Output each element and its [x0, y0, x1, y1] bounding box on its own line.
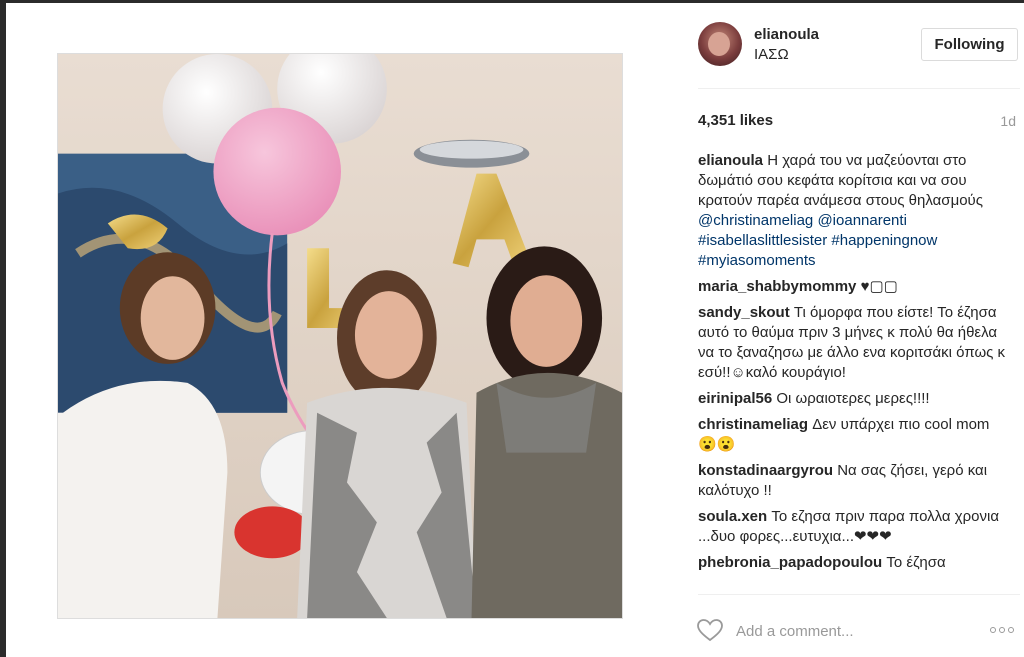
comment-item: sandy_skout Τι όμορφα που είστε! Το έζησ… [698, 303, 1008, 383]
caption: elianoula Η χαρά του να μαζεύονται στο δ… [698, 151, 1008, 271]
more-dot [990, 627, 996, 633]
heart-icon[interactable] [696, 618, 724, 642]
location[interactable]: ΙΑΣΩ [754, 46, 789, 63]
header-divider [698, 88, 1020, 89]
more-options-icon[interactable] [990, 623, 1018, 637]
comment-author[interactable]: christinameliag [698, 416, 808, 433]
tag-link[interactable]: #isabellaslittlesister [698, 232, 827, 249]
comment-text: ♥▢▢ [860, 278, 898, 295]
comment-text: Το έζησα [886, 554, 946, 571]
comment-item: eirinipal56 Οι ωραιοτερες μερες!!!! [698, 389, 1008, 409]
tag-link[interactable]: #happeningnow [831, 232, 937, 249]
post-header: elianoula ΙΑΣΩ Following [698, 22, 1024, 68]
comment-text: Οι ωραιοτερες μερες!!!! [776, 390, 930, 407]
tag-link[interactable]: @christinameliag [698, 212, 813, 229]
caption-author[interactable]: elianoula [698, 152, 763, 169]
username[interactable]: elianoula [754, 26, 819, 43]
comment-item: soula.xen Το εζησα πριν παρα πολλα χρονι… [698, 507, 1008, 547]
comment-author[interactable]: konstadinaargyrou [698, 462, 833, 479]
post-details-panel: elianoula ΙΑΣΩ Following 4,351 likes 1d … [682, 0, 1024, 657]
post-time[interactable]: 1d [1000, 113, 1016, 129]
avatar[interactable] [698, 22, 742, 66]
add-comment-input[interactable] [736, 620, 976, 642]
more-dot [1008, 627, 1014, 633]
comment-item: christinameliag Δεν υπάρχει πιο cool mom… [698, 415, 1008, 455]
following-button[interactable]: Following [921, 28, 1018, 61]
window-left-edge [0, 0, 6, 657]
comment-author[interactable]: phebronia_papadopoulou [698, 554, 882, 571]
comment-author[interactable]: eirinipal56 [698, 390, 772, 407]
tag-link[interactable]: #myiasomoments [698, 252, 816, 269]
post-photo-image [58, 54, 622, 618]
comment-author[interactable]: maria_shabbymommy [698, 278, 856, 295]
comment-item: phebronia_papadopoulou Το έζησα [698, 553, 1008, 573]
tag-link[interactable]: @ioannarenti [817, 212, 906, 229]
footer-divider [698, 594, 1020, 595]
comment-item: maria_shabbymommy ♥▢▢ [698, 277, 1008, 297]
comment-author[interactable]: soula.xen [698, 508, 767, 525]
likes-count[interactable]: 4,351 likes [698, 112, 773, 129]
comment-author[interactable]: sandy_skout [698, 304, 790, 321]
comment-item: konstadinaargyrou Να σας ζήσει, γερό και… [698, 461, 1008, 501]
instagram-post-view: elianoula ΙΑΣΩ Following 4,351 likes 1d … [0, 0, 1024, 657]
post-photo[interactable] [57, 53, 623, 619]
more-dot [999, 627, 1005, 633]
comments-list: elianoula Η χαρά του να μαζεύονται στο δ… [698, 151, 1008, 593]
